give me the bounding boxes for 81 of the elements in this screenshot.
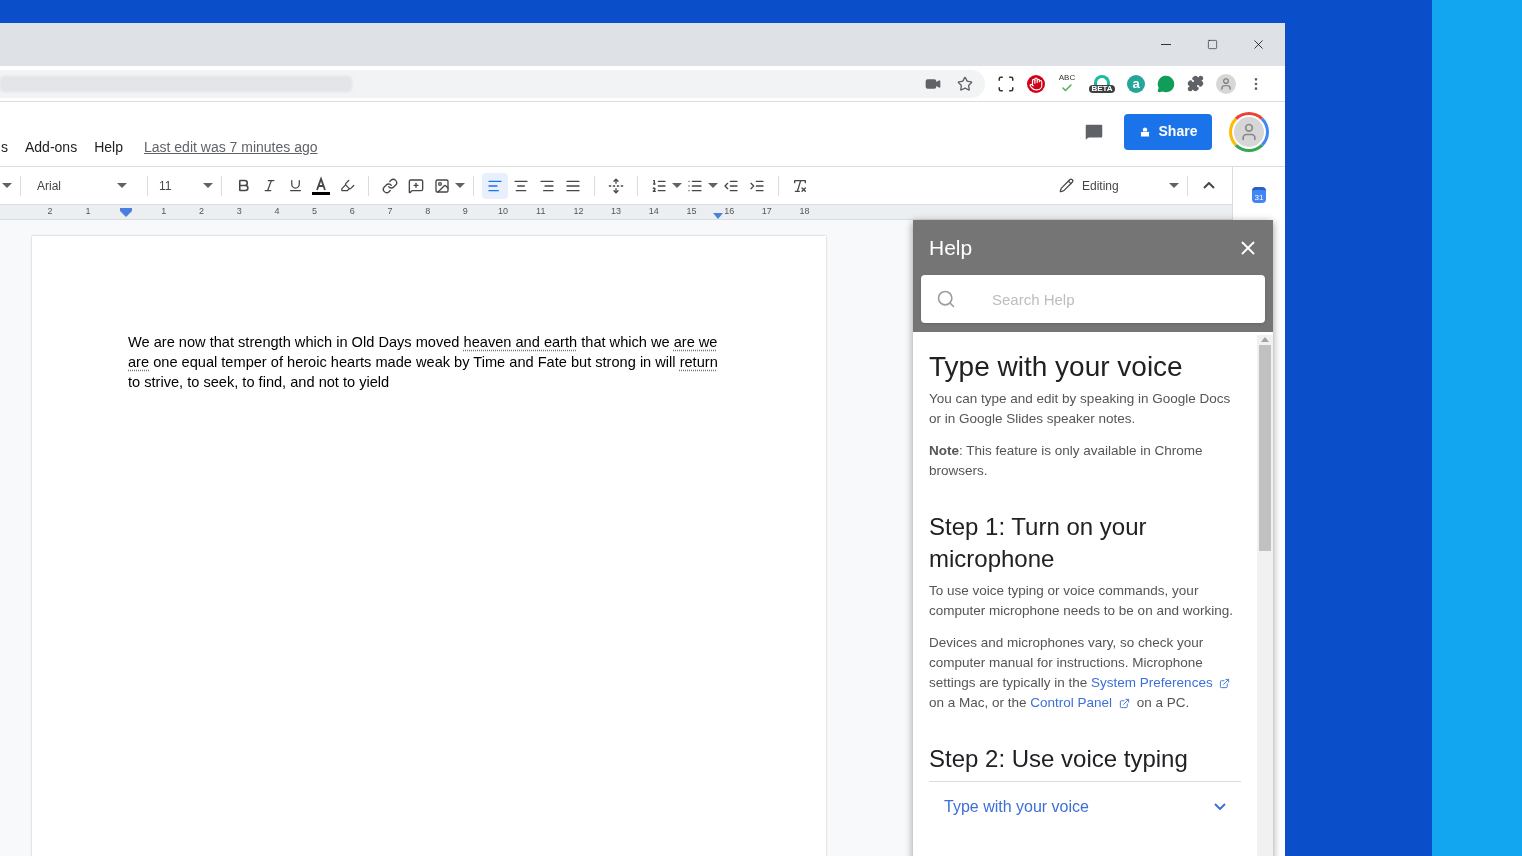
ruler-number: 5 xyxy=(312,205,318,219)
underline-icon xyxy=(287,178,303,193)
highlight-icon xyxy=(339,178,355,193)
scrollbar[interactable] xyxy=(1257,335,1273,856)
scrollbar-thumb[interactable] xyxy=(1259,345,1271,551)
account-avatar[interactable] xyxy=(1229,111,1269,152)
text-color-icon xyxy=(311,175,331,196)
italic-icon xyxy=(261,178,277,193)
ruler-number: 11 xyxy=(536,205,546,219)
caret-icon xyxy=(672,183,682,188)
speech-bubble-icon[interactable] xyxy=(1157,74,1175,93)
accordion-item[interactable]: Type with your voice xyxy=(929,781,1241,831)
ruler-number: 2 xyxy=(46,205,54,219)
document-paragraph: We are now that strength which in Old Days moved heaven and earth that which we are we are one equal temper of heroic hearts made weak by Time and Fate but strong in will return to strive, to seek, to find, and not to yield xyxy=(128,333,719,392)
ruler-number: 7 xyxy=(387,205,393,219)
numbered-list-icon xyxy=(651,177,667,194)
add-comment-icon xyxy=(408,177,424,194)
help-title: Help xyxy=(929,234,973,261)
menu-item[interactable]: Add-ons xyxy=(25,137,78,158)
ruler-number: 14 xyxy=(648,205,659,219)
ruler-number: 17 xyxy=(761,205,772,219)
ruler-number: 3 xyxy=(236,205,242,219)
ruler-number: 9 xyxy=(462,205,468,219)
help-paragraph: Note: This feature is only available in Chrome browsers. xyxy=(929,442,1204,480)
align-button[interactable] xyxy=(482,172,508,199)
indent-marker[interactable] xyxy=(120,207,132,217)
maximize-icon xyxy=(1206,39,1218,50)
caret-icon xyxy=(2,183,12,188)
line-spacing-icon xyxy=(608,177,624,194)
caret-icon xyxy=(1169,183,1179,188)
caret-icon xyxy=(117,183,127,188)
caret-icon xyxy=(455,183,465,188)
ruler-number: 18 xyxy=(799,205,810,219)
external-link-icon xyxy=(1118,697,1130,709)
extensions-icon[interactable] xyxy=(1187,75,1204,92)
calendar-icon[interactable]: 31 xyxy=(1252,187,1266,203)
font-size-dropdown[interactable]: 11 xyxy=(159,176,213,195)
bookmark-star-icon[interactable] xyxy=(957,75,973,92)
help-paragraph: You can type and edit by speaking in Google Docs or in Google Slides speaker notes. xyxy=(929,390,1232,428)
ruler-number: 8 xyxy=(425,205,431,219)
lock-icon xyxy=(1138,125,1151,138)
ruler-number: 16 xyxy=(724,205,735,219)
ruler-number: 1 xyxy=(161,205,167,219)
external-link-icon xyxy=(1219,677,1231,689)
ruler-number: 12 xyxy=(573,205,584,219)
insert-image-icon xyxy=(434,177,450,194)
mode-dropdown[interactable]: Editing xyxy=(1059,176,1179,195)
search-icon xyxy=(936,289,956,309)
menu-item[interactable]: Help xyxy=(94,137,123,158)
caret-icon xyxy=(708,183,718,188)
section-heading: Step 1: Turn on your microphone xyxy=(929,512,1148,574)
article-title: Type with your voice xyxy=(929,350,1184,384)
pencil-icon xyxy=(1059,178,1074,193)
help-paragraph: Devices and microphones vary, so check your computer manual for instructions. Microphone settings are typically in the System Preferences on a Mac, or the Control Panel on a PC. xyxy=(929,633,1241,713)
menu-item[interactable]: s xyxy=(1,137,8,158)
help-link[interactable]: System Preferences xyxy=(1091,675,1213,690)
last-edit-link[interactable]: Last edit was 7 minutes ago xyxy=(143,137,318,158)
caret-icon xyxy=(203,183,213,188)
share-button[interactable]: Share xyxy=(1124,113,1212,150)
collapse-icon xyxy=(1203,182,1215,189)
font-dropdown[interactable]: Arial xyxy=(37,176,127,195)
help-paragraph: To use voice typing or voice commands, your computer microphone needs to be on and working. xyxy=(929,582,1234,620)
stop-hand-icon[interactable] xyxy=(1027,74,1045,93)
ruler-number: 1 xyxy=(84,205,92,219)
link-icon xyxy=(382,177,398,194)
search-field[interactable]: Search Help xyxy=(921,275,1265,323)
clear-formatting-icon xyxy=(792,177,808,194)
person-icon xyxy=(1239,121,1259,142)
ruler-number: 6 xyxy=(349,205,355,219)
ruler-number: 2 xyxy=(199,205,205,219)
ruler-number: 10 xyxy=(498,205,509,219)
right-indent-marker[interactable] xyxy=(713,213,723,219)
ruler-number: 4 xyxy=(274,205,280,219)
ruler-number: 15 xyxy=(686,205,697,219)
minimize-icon xyxy=(1161,44,1171,45)
profile-avatar[interactable] xyxy=(1216,73,1236,94)
screenshot-icon[interactable] xyxy=(997,74,1015,93)
person-icon xyxy=(1219,76,1233,91)
ruler-number: 13 xyxy=(611,205,622,219)
help-link[interactable]: Control Panel xyxy=(1030,695,1113,710)
section-heading: Step 2: Use voice typing xyxy=(929,744,1189,774)
